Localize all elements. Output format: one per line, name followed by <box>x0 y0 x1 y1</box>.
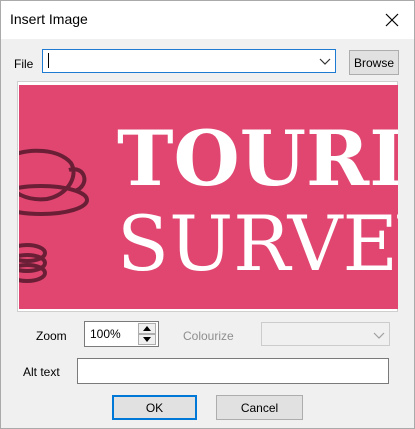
ok-button-label: OK <box>145 400 164 415</box>
image-preview: TOURIS SURVEY <box>17 81 398 312</box>
file-combobox[interactable] <box>42 49 336 73</box>
cancel-button[interactable]: Cancel <box>216 395 303 420</box>
preview-image: TOURIS SURVEY <box>19 85 398 309</box>
triangle-down-icon <box>143 337 151 342</box>
chevron-down-icon[interactable] <box>319 56 331 66</box>
cancel-button-label: Cancel <box>240 400 279 415</box>
alt-text-input[interactable] <box>77 358 389 384</box>
text-caret <box>48 53 49 68</box>
browse-button-label: Browse <box>353 55 394 70</box>
preview-heading-line2: SURVEY <box>117 199 398 288</box>
alt-text-label: Alt text <box>23 365 60 379</box>
insert-image-dialog: Insert Image File Browse TOURI SURVE Zoo… <box>0 0 415 429</box>
file-label: File <box>14 57 34 71</box>
zoom-value[interactable]: 100% <box>90 327 121 341</box>
triangle-up-icon <box>143 326 151 331</box>
close-button[interactable] <box>378 7 406 33</box>
chevron-down-icon[interactable] <box>373 330 385 340</box>
colourize-label: Colourize <box>183 329 234 343</box>
zoom-increase-button[interactable] <box>138 323 156 334</box>
colourize-dropdown[interactable] <box>261 322 390 346</box>
browse-button[interactable]: Browse <box>349 50 399 75</box>
image-preview-canvas: TOURIS SURVEY <box>19 85 398 309</box>
zoom-spinbox[interactable]: 100% <box>84 321 159 347</box>
zoom-decrease-button[interactable] <box>138 334 156 345</box>
zoom-label: Zoom <box>36 329 67 343</box>
title-bar: Insert Image <box>1 1 414 39</box>
close-icon <box>385 13 399 27</box>
ok-button[interactable]: OK <box>112 395 197 420</box>
preview-heading-line1: TOURIS <box>117 114 398 203</box>
dialog-title: Insert Image <box>10 11 88 27</box>
